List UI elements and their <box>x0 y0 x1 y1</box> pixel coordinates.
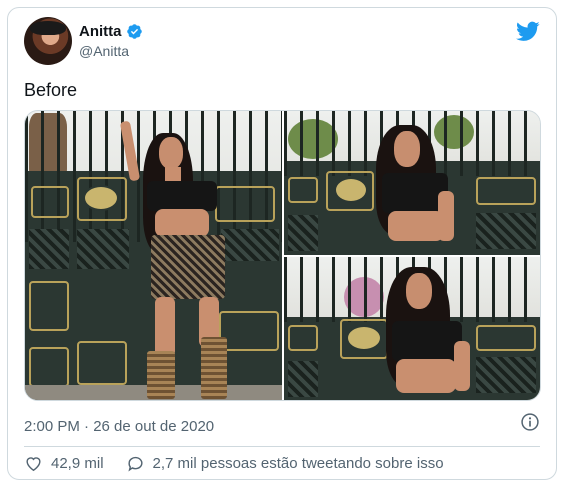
tweet-timestamp[interactable]: 2:00 PM · 26 de out de 2020 <box>24 418 214 435</box>
tweet-media-grid <box>24 110 541 401</box>
speech-bubble-icon[interactable] <box>126 454 145 473</box>
info-icon[interactable] <box>520 412 540 432</box>
tweeting-about-text: 2,7 mil pessoas estão tweetando sobre is… <box>152 455 444 472</box>
twitter-bird-icon[interactable] <box>516 19 540 43</box>
like-stat[interactable]: 42,9 mil <box>24 454 104 473</box>
divider <box>24 446 540 447</box>
author-handle[interactable]: @Anitta <box>79 43 129 59</box>
tweet-stats: 42,9 mil 2,7 mil pessoas estão tweetando… <box>24 454 444 473</box>
conversation-stat[interactable]: 2,7 mil pessoas estão tweetando sobre is… <box>126 454 444 473</box>
tweet-card[interactable]: Anitta @Anitta Before 2:00 PM · 26 de ou… <box>7 7 557 480</box>
tweet-photo-2[interactable] <box>284 111 540 255</box>
tweet-photo-3[interactable] <box>284 257 540 400</box>
author-name-row[interactable]: Anitta <box>79 23 143 40</box>
avatar[interactable] <box>24 17 72 65</box>
tweet-photo-1[interactable] <box>25 111 282 400</box>
like-count: 42,9 mil <box>51 455 104 472</box>
verified-badge-icon <box>126 24 142 39</box>
heart-icon[interactable] <box>24 454 43 473</box>
tweet-text: Before <box>24 80 78 100</box>
author-display-name[interactable]: Anitta <box>79 23 122 40</box>
